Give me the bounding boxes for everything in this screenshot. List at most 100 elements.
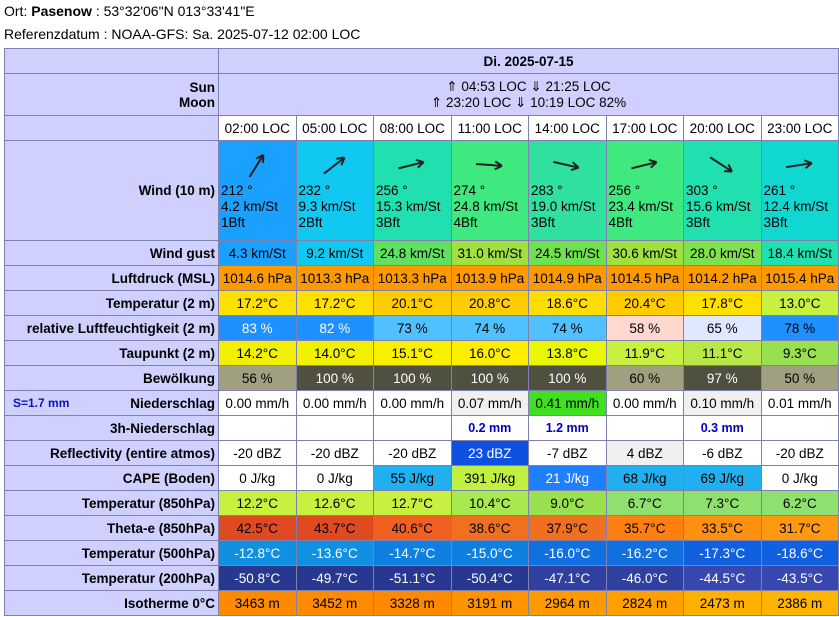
wind-speed: 12.4 km/St bbox=[763, 199, 829, 214]
data-cell: 24.5 km/St bbox=[528, 240, 607, 266]
row-label-text: Temperatur (500hPa) bbox=[81, 545, 215, 561]
wind-cell: 274 ° 24.8 km/St 4Bft bbox=[450, 140, 529, 241]
data-cell: 20.1°C bbox=[373, 290, 452, 316]
data-cell bbox=[605, 415, 684, 441]
wind-direction: 261 ° bbox=[763, 183, 796, 198]
data-cell: -20 dBZ bbox=[760, 440, 839, 466]
data-cell: 65 % bbox=[683, 315, 762, 341]
reference-date: Referenzdatum : NOAA-GFS: Sa. 2025-07-12… bbox=[4, 26, 361, 42]
data-cell: 0 J/kg bbox=[760, 465, 839, 491]
data-cell: 18.6°C bbox=[528, 290, 607, 316]
row-label-text: Temperatur (850hPa) bbox=[81, 495, 215, 511]
row-label: Temperatur (200hPa) bbox=[4, 565, 219, 591]
wind-arrow-icon bbox=[248, 153, 265, 178]
wind-cell: 303 ° 15.6 km/St 3Bft bbox=[683, 140, 762, 241]
forecast-table: Di. 2025-07-15 Sun Moon ⇑ 04:53 LOC ⇓ 21… bbox=[4, 48, 839, 616]
wind-bft: 3Bft bbox=[376, 215, 401, 230]
wind-speed: 9.3 km/St bbox=[298, 199, 356, 214]
data-cell: 30.6 km/St bbox=[605, 240, 684, 266]
data-cell: -20 dBZ bbox=[295, 440, 374, 466]
data-cell: 13.8°C bbox=[528, 340, 607, 366]
data-row: relative Luftfeuchtigkeit (2 m) 83 % 82 % 7… bbox=[4, 315, 839, 341]
wind-arrow-icon bbox=[709, 156, 733, 173]
sun-times: ⇑ 04:53 LOC ⇓ 21:25 LOC bbox=[446, 78, 611, 94]
data-cell: 100 % bbox=[373, 365, 452, 391]
row-label-text: CAPE (Boden) bbox=[122, 470, 215, 486]
wind-bft: 1Bft bbox=[221, 215, 246, 230]
data-cell: 9.0°C bbox=[528, 490, 607, 516]
row-label: Reflectivity (entire atmos) bbox=[4, 440, 219, 466]
data-cell: 7.3°C bbox=[683, 490, 762, 516]
wind-direction: 256 ° bbox=[376, 183, 408, 198]
time-cell: 17:00 LOC bbox=[605, 115, 684, 141]
data-cell: 17.8°C bbox=[683, 290, 762, 316]
time-cell: 20:00 LOC bbox=[683, 115, 762, 141]
data-cell: 1014.6 hPa bbox=[218, 265, 297, 291]
wind-speed: 19.0 km/St bbox=[531, 199, 596, 214]
data-cell: 18.4 km/St bbox=[760, 240, 839, 266]
data-cell: 55 J/kg bbox=[373, 465, 452, 491]
data-cell: 28.0 km/St bbox=[683, 240, 762, 266]
data-cell: 0 J/kg bbox=[218, 465, 297, 491]
data-cell: 0.00 mm/h bbox=[295, 390, 374, 416]
data-cell: -16.2°C bbox=[605, 540, 684, 566]
data-cell: 43.7°C bbox=[295, 515, 374, 541]
data-cell: 3191 m bbox=[450, 590, 529, 616]
wind-cell: 212 ° 4.2 km/St 1Bft bbox=[218, 140, 297, 241]
data-cell: -20 dBZ bbox=[218, 440, 297, 466]
data-cell: 1.2 mm bbox=[528, 415, 607, 441]
row-label-text: Temperatur (200hPa) bbox=[81, 570, 215, 586]
data-cell: -16.0°C bbox=[528, 540, 607, 566]
data-cell: 24.8 km/St bbox=[373, 240, 452, 266]
data-cell: 1013.3 hPa bbox=[373, 265, 452, 291]
ort-label: Ort: bbox=[4, 3, 28, 19]
row-label: Taupunkt (2 m) bbox=[4, 340, 219, 366]
data-cell: 2386 m bbox=[760, 590, 839, 616]
data-cell: 1013.3 hPa bbox=[295, 265, 374, 291]
data-cell: 16.0°C bbox=[450, 340, 529, 366]
row-label: Temperatur (850hPa) bbox=[4, 490, 219, 516]
place-name: Pasenow bbox=[31, 3, 92, 19]
data-cell: -50.4°C bbox=[450, 565, 529, 591]
data-cell: 0 J/kg bbox=[295, 465, 374, 491]
wind-direction: 283 ° bbox=[531, 183, 563, 198]
wind-label: Wind (10 m) bbox=[4, 140, 219, 241]
data-cell: 9.2 km/St bbox=[295, 240, 374, 266]
data-cell: 23 dBZ bbox=[450, 440, 529, 466]
data-row: Luftdruck (MSL) 1014.6 hPa 1013.3 hPa 1013.… bbox=[4, 265, 839, 291]
data-cell: 6.7°C bbox=[605, 490, 684, 516]
data-cell: 17.2°C bbox=[218, 290, 297, 316]
row-label-text: Isotherme 0°C bbox=[124, 595, 215, 611]
row-label: Wind gust bbox=[4, 240, 219, 266]
row-label-text: Niederschlag bbox=[130, 395, 215, 411]
data-row: Wind gust 4.3 km/St 9.2 km/St 24.8 km/St 31.… bbox=[4, 240, 839, 266]
data-cell: -13.6°C bbox=[295, 540, 374, 566]
row-label-text: Bewölkung bbox=[142, 370, 215, 386]
data-cell: 100 % bbox=[295, 365, 374, 391]
data-cell: 100 % bbox=[528, 365, 607, 391]
data-row: Isotherme 0°C 3463 m 3452 m 3328 m 3191 m 296… bbox=[4, 590, 839, 616]
wind-speed: 24.8 km/St bbox=[453, 199, 519, 214]
data-cell: 0.07 mm/h bbox=[450, 390, 529, 416]
data-cell: 0.41 mm/h bbox=[528, 390, 607, 416]
row-label: Temperatur (2 m) bbox=[4, 290, 219, 316]
data-cell: 4.3 km/St bbox=[218, 240, 297, 266]
wind-arrow-icon bbox=[398, 158, 425, 170]
moon-label: Moon bbox=[179, 94, 215, 110]
data-cell: 391 J/kg bbox=[450, 465, 529, 491]
wind-direction: 212 ° bbox=[221, 183, 253, 198]
wind-arrow-icon bbox=[785, 159, 812, 169]
wind-direction: 274 ° bbox=[453, 183, 486, 198]
data-cell: 0.10 mm/h bbox=[683, 390, 762, 416]
sun-label: Sun bbox=[189, 79, 216, 95]
time-label bbox=[4, 115, 219, 141]
row-label: Luftdruck (MSL) bbox=[4, 265, 219, 291]
data-cell: -46.0°C bbox=[605, 565, 684, 591]
data-row: Temperatur (850hPa) 12.2°C 12.6°C 12.7°C 10.… bbox=[4, 490, 839, 516]
wind-cell: 256 ° 23.4 km/St 4Bft bbox=[605, 140, 684, 241]
data-cell: 3463 m bbox=[218, 590, 297, 616]
data-cell: 38.6°C bbox=[450, 515, 529, 541]
data-row: Temperatur (200hPa) -50.8°C -49.7°C -51.1°C… bbox=[4, 565, 839, 591]
data-cell: 37.9°C bbox=[528, 515, 607, 541]
wind-cell: 261 ° 12.4 km/St 3Bft bbox=[760, 140, 839, 241]
